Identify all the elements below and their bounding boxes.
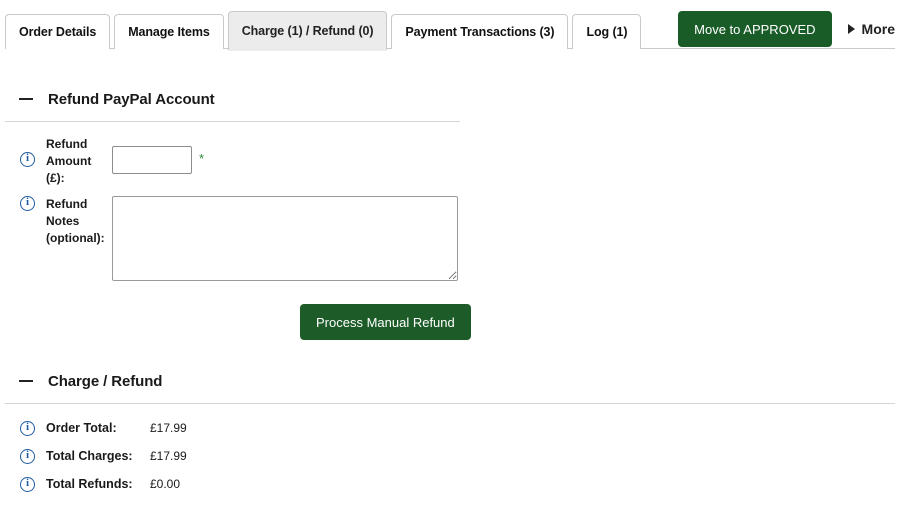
info-circle-icon[interactable] [20,476,35,492]
section-divider [5,403,895,404]
summary-row-total-charges: Total Charges: £17.99 [20,447,187,465]
tab-label: Payment Transactions (3) [405,25,555,39]
tab-payment-transactions[interactable]: Payment Transactions (3) [391,14,569,49]
tab-label: Order Details [19,25,97,39]
tab-log[interactable]: Log (1) [572,14,642,49]
tab-charge-refund[interactable]: Charge (1) / Refund (0) [227,11,388,51]
info-circle-icon[interactable] [20,152,35,167]
refund-paypal-section: Refund PayPal Account [0,86,900,122]
more-button[interactable]: More [847,21,895,37]
refund-paypal-section-header: Refund PayPal Account [0,86,900,112]
refund-notes-textarea[interactable] [112,196,458,281]
summary-label: Total Refunds: [46,477,133,491]
summary-row-order-total: Order Total: £17.99 [20,419,187,437]
charge-refund-section-header: Charge / Refund [0,368,900,394]
section-divider [5,121,460,122]
info-circle-icon[interactable] [20,196,35,211]
minus-icon[interactable] [18,373,34,389]
more-label: More [861,21,895,37]
refund-amount-row: Refund Amount (£): * [20,136,204,187]
refund-amount-label-line1: Refund [46,137,88,151]
tab-manage-items[interactable]: Manage Items [114,14,224,49]
tab-bar: Order Details Manage Items Charge (1) / … [0,0,900,51]
refund-amount-label-line2: Amount [46,154,92,168]
section-title: Refund PayPal Account [48,90,215,108]
header-actions: Move to APPROVED More [678,10,895,48]
refund-notes-label: Refund Notes (optional): [46,196,112,247]
summary-label: Order Total: [46,421,117,435]
summary-value: £0.00 [150,477,181,491]
refund-notes-info-wrap [20,196,46,211]
refund-amount-input-wrap: * [112,146,204,174]
required-marker: * [199,151,205,166]
refund-amount-input[interactable] [112,146,192,174]
minus-icon[interactable] [18,91,34,107]
summary-label: Total Charges: [46,449,133,463]
refund-notes-label-line3: (optional): [46,231,105,245]
caret-right-icon [847,24,855,34]
charge-refund-section: Charge / Refund [0,368,900,404]
info-circle-icon[interactable] [20,448,35,464]
process-manual-refund-button[interactable]: Process Manual Refund [300,304,471,340]
summary-row-total-refunds: Total Refunds: £0.00 [20,475,180,493]
refund-notes-row: Refund Notes (optional): [20,196,458,281]
summary-value: £17.99 [150,421,187,435]
refund-notes-label-line1: Refund [46,197,88,211]
summary-value: £17.99 [150,449,187,463]
refund-amount-info-wrap [20,136,46,167]
section-title: Charge / Refund [48,372,163,390]
refund-amount-label: Refund Amount (£): [46,136,112,187]
refund-amount-label-line3: (£): [46,171,65,185]
move-to-approved-button[interactable]: Move to APPROVED [678,11,832,47]
tab-order-details[interactable]: Order Details [5,14,111,49]
tab-label: Log (1) [586,25,628,39]
tab-label: Charge (1) / Refund (0) [241,24,374,38]
tab-label: Manage Items [128,25,210,39]
info-circle-icon[interactable] [20,420,35,436]
tab-list: Order Details Manage Items Charge (1) / … [5,11,645,51]
refund-notes-label-line2: Notes [46,214,80,228]
